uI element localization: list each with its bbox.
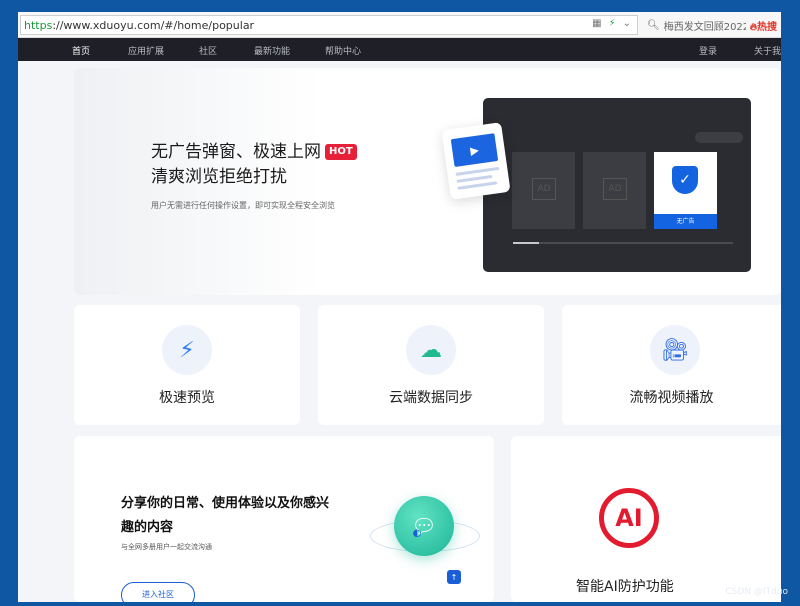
browser-mockup-illustration: AD AD ✓ 无广告 xyxy=(483,98,751,272)
url-actions: ▦ ⚡ ⌄ xyxy=(592,18,631,29)
video-card-illustration: ▶ xyxy=(441,122,511,200)
lightning-icon: ⚡ xyxy=(162,325,212,375)
edge-icon: ◐ xyxy=(412,527,422,539)
feature-card-cloud-sync[interactable]: ☁ 云端数据同步 xyxy=(318,305,544,425)
search-icon: 🔍︎ xyxy=(647,19,660,31)
ad-blocked-icon: AD xyxy=(532,178,556,200)
login-link[interactable]: 登录 xyxy=(699,44,717,57)
ai-logo-icon: AI xyxy=(599,488,659,548)
about-link[interactable]: 关于我们 xyxy=(754,44,781,57)
mock-progress-fill xyxy=(513,242,540,244)
feature-card-fast-preview[interactable]: ⚡ 极速预览 xyxy=(74,305,300,425)
url-scheme: https xyxy=(24,18,53,32)
upload-icon: ↑ xyxy=(447,570,461,584)
mock-ad-tile: AD xyxy=(583,152,646,229)
ai-protection-card[interactable]: AI 智能AI防护功能 xyxy=(511,436,781,602)
community-card: 分享你的日常、使用体验以及你感兴趣的内容 与全网多册用户一起交流沟通 进入社区 … xyxy=(74,436,543,602)
feature-card-video-playback[interactable]: 🎥︎ 流畅视频播放 xyxy=(562,305,781,425)
community-title: 分享你的日常、使用体验以及你感兴趣的内容 xyxy=(121,496,330,535)
lightning-mode-icon[interactable]: ⚡ xyxy=(609,18,616,29)
nav-item-home[interactable]: 首页 xyxy=(72,44,90,57)
top-nav: 首页 应用扩展 社区 最新功能 帮助中心 登录 关于我们 xyxy=(18,38,781,61)
browser-window: https://www.xduoyu.com/#/home/popular ▦ … xyxy=(18,12,781,602)
hero-banner: 无广告弹窗、极速上网 HOT 清爽浏览拒绝打扰 用户无需进行任何操作设置，即可实现… xyxy=(74,68,781,295)
feature-label: 云端数据同步 xyxy=(389,390,473,406)
feature-label: 流畅视频播放 xyxy=(629,390,714,406)
mock-search-bar xyxy=(695,132,743,143)
ad-blocked-icon: AD xyxy=(603,178,627,200)
ai-protection-label: 智能AI防护功能 xyxy=(576,579,674,595)
nav-item-extensions[interactable]: 应用扩展 xyxy=(128,44,164,57)
mock-no-ad-card: ✓ 无广告 xyxy=(654,152,717,229)
mock-ad-tile: AD xyxy=(512,152,575,229)
watermark: CSDN @ITduo xyxy=(725,587,788,597)
hero-title-line2: 清爽浏览拒绝打扰 xyxy=(151,167,287,187)
cloud-sync-icon: ☁ xyxy=(406,325,456,375)
hero-title-line1: 无广告弹窗、极速上网 xyxy=(151,142,321,162)
hero-subtitle: 用户无需进行任何操作设置，即可实现全程安全浏览 xyxy=(151,201,335,210)
video-camera-icon: 🎥︎ xyxy=(650,325,700,375)
hot-search-badge[interactable]: 🔥︎热搜 xyxy=(750,18,777,33)
hot-badge: HOT xyxy=(325,144,357,160)
nav-item-help[interactable]: 帮助中心 xyxy=(325,44,361,57)
play-icon: ▶ xyxy=(450,133,499,168)
shield-check-icon: ✓ xyxy=(672,166,698,194)
url-text: ://www.xduoyu.com/#/home/popular xyxy=(52,18,255,32)
grid-icon[interactable]: ▦ xyxy=(592,18,601,29)
mock-no-ad-label: 无广告 xyxy=(654,214,717,229)
nav-item-community[interactable]: 社区 xyxy=(199,44,217,57)
flame-icon: 🔥︎ xyxy=(749,21,758,33)
hero-title: 无广告弹窗、极速上网 HOT 清爽浏览拒绝打扰 xyxy=(151,140,357,190)
feature-label: 极速预览 xyxy=(159,390,215,406)
address-bar: https://www.xduoyu.com/#/home/popular ▦ … xyxy=(18,12,781,38)
mock-progress-bar xyxy=(513,242,733,244)
chevron-down-icon[interactable]: ⌄ xyxy=(623,18,631,29)
url-input[interactable]: https://www.xduoyu.com/#/home/popular ▦ … xyxy=(20,15,638,35)
hot-search-label: 热搜 xyxy=(757,21,778,33)
community-subtitle: 与全网多册用户一起交流沟通 xyxy=(121,543,212,551)
enter-community-button[interactable]: 进入社区 xyxy=(121,582,195,602)
chat-bubble-icon: 💬︎ xyxy=(394,496,454,556)
search-text: 梅西发文回顾2022年 xyxy=(663,21,746,33)
search-box[interactable]: 🔍︎ 梅西发文回顾2022年 🔥︎热搜 xyxy=(643,15,779,35)
nav-item-new-features[interactable]: 最新功能 xyxy=(254,44,290,57)
